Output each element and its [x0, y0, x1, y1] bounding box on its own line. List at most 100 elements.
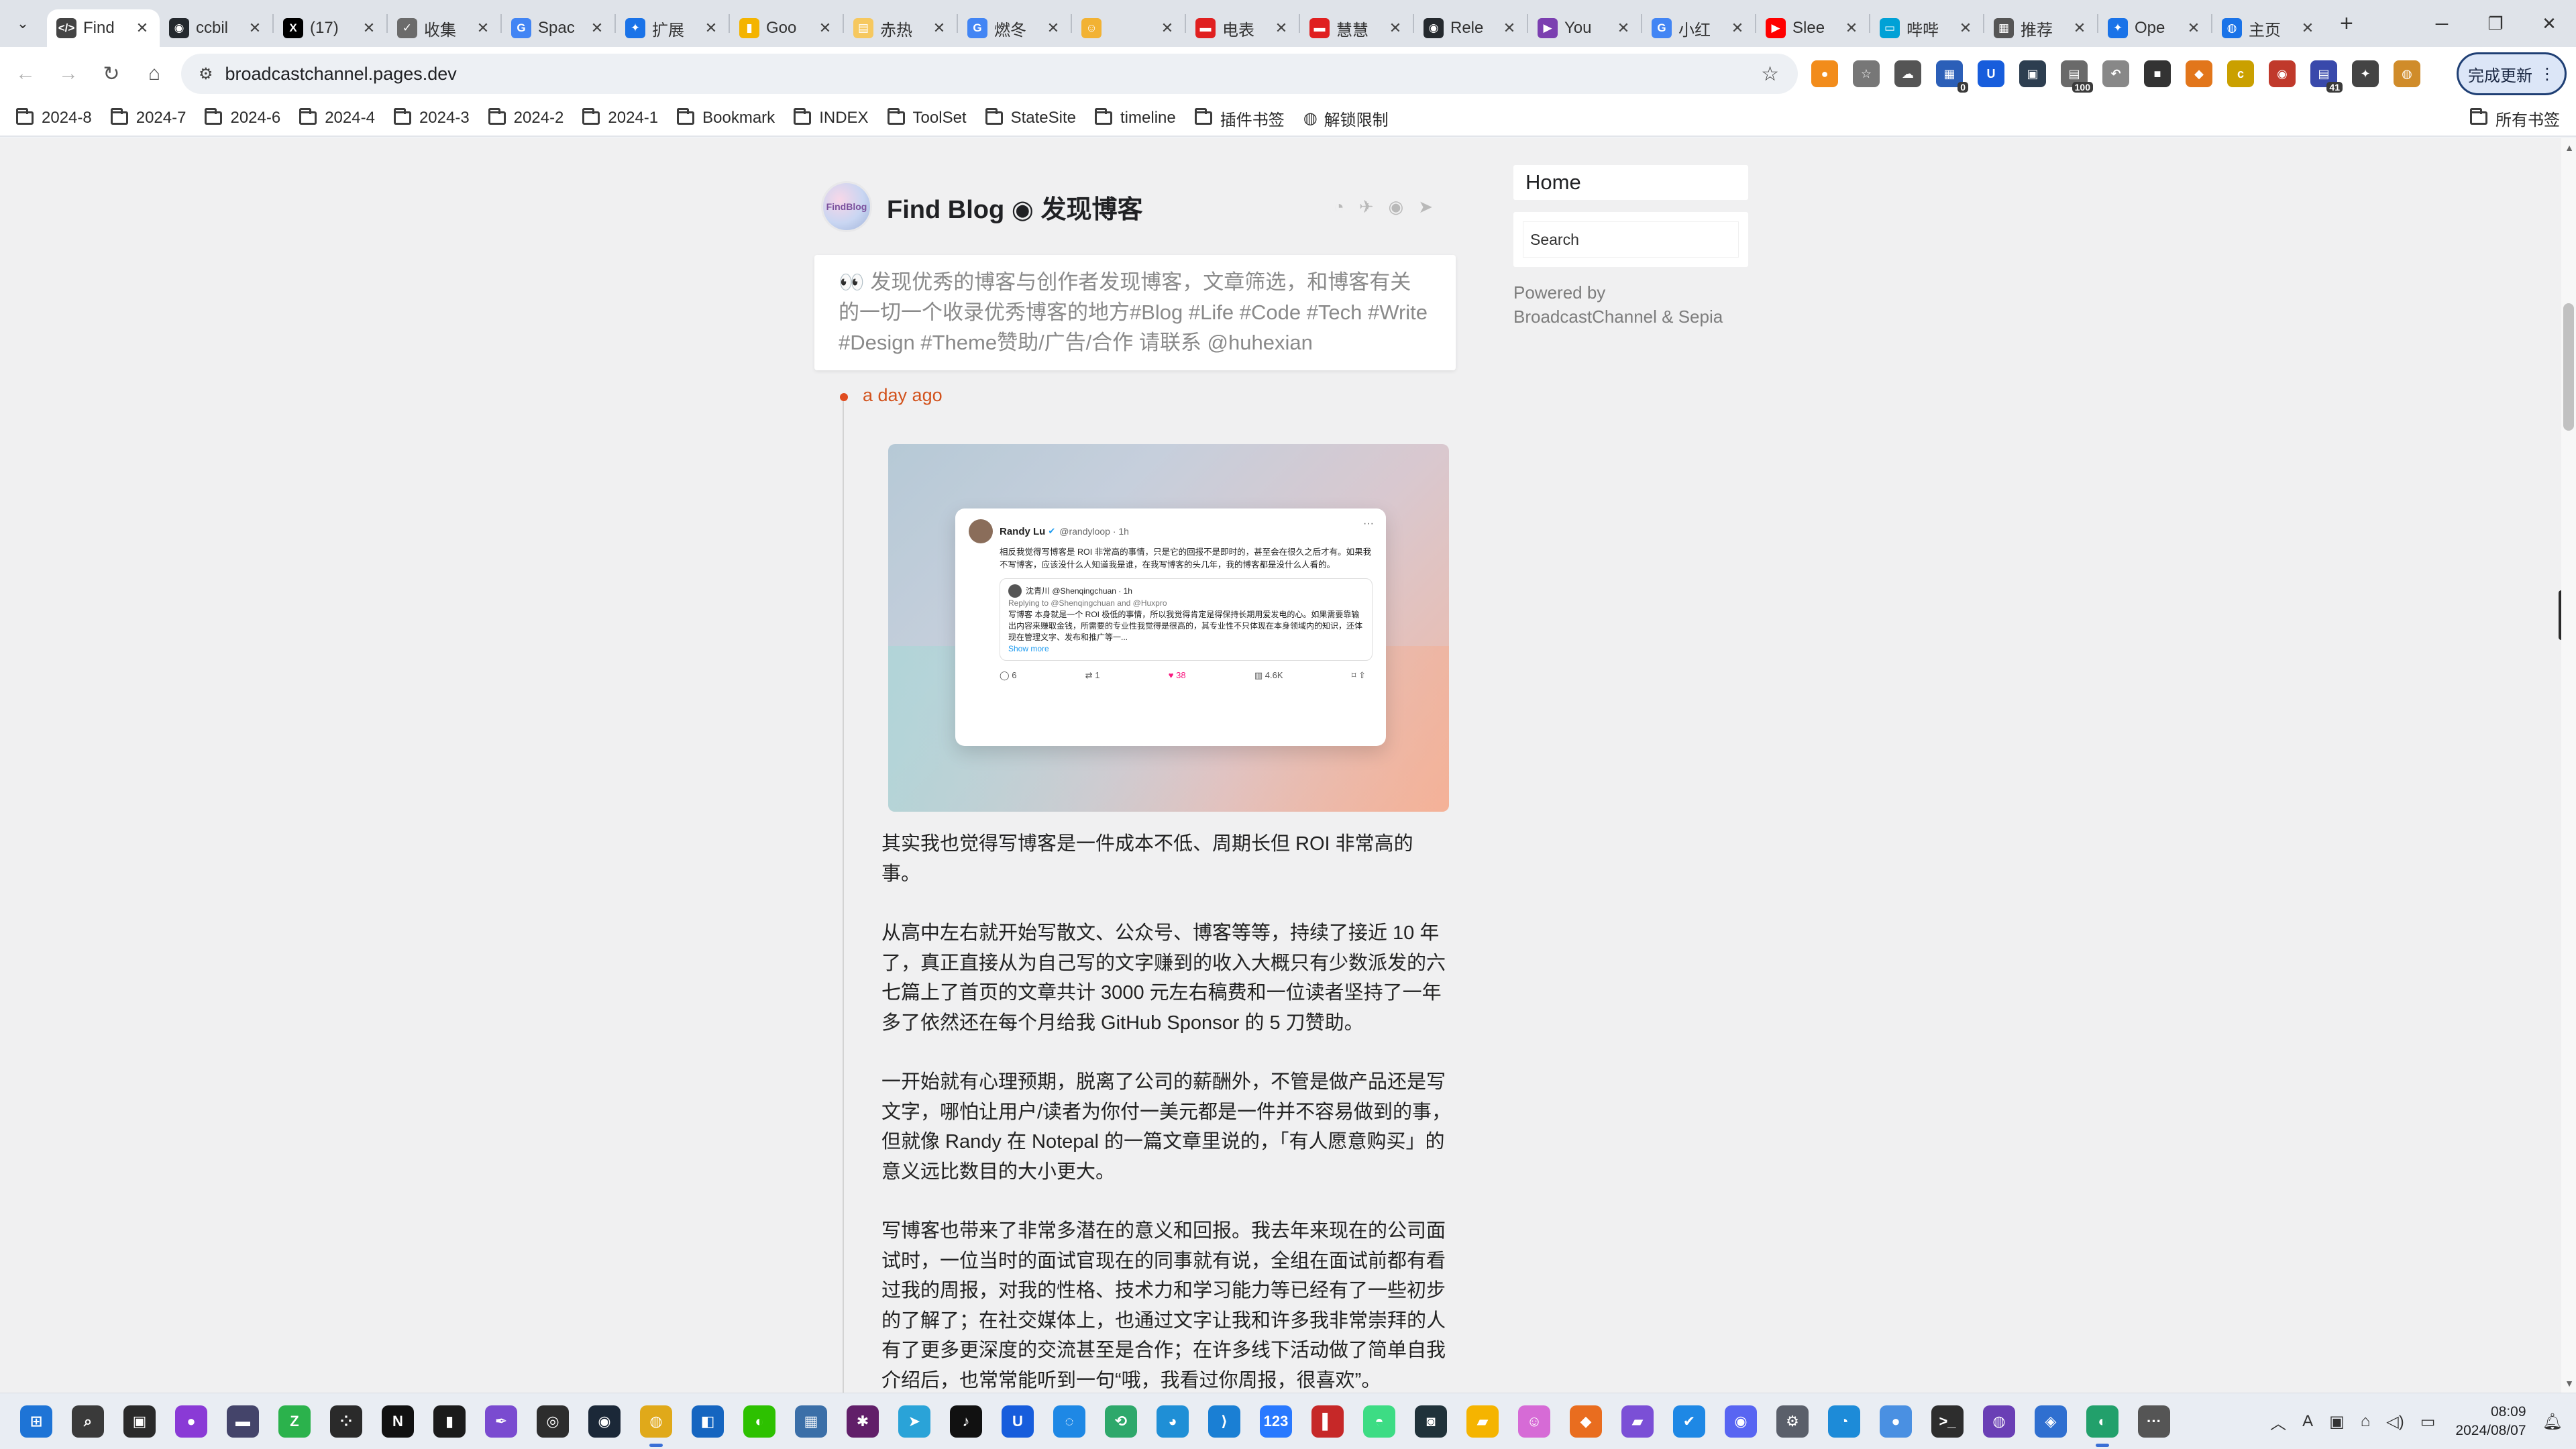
search-icon[interactable]: ⌕ [72, 1405, 104, 1438]
balloon-icon[interactable]: ● [1880, 1405, 1912, 1438]
browser-tab[interactable]: G 燃冬 ✕ [958, 9, 1071, 47]
tab-close-icon[interactable]: ✕ [589, 19, 605, 37]
face-icon[interactable]: ☺ [1518, 1405, 1550, 1438]
browser-tab[interactable]: ▶ Slee ✕ [1756, 9, 1869, 47]
cal-ext-icon[interactable]: ▦ 0 [1936, 60, 1968, 93]
bookmark-item[interactable]: 插件书签 [1194, 107, 1285, 130]
chrome-icon[interactable]: ◍ [640, 1405, 672, 1447]
orb-icon[interactable]: ● [175, 1405, 207, 1438]
tab-close-icon[interactable]: ✕ [1843, 19, 1860, 37]
browser2-icon[interactable]: ◐ [2086, 1405, 2118, 1447]
notification-bell-icon[interactable]: 🔔︎ [2542, 1412, 2563, 1432]
new-tab-button[interactable]: + [2340, 11, 2353, 37]
share-icon[interactable]: ⟲ [1105, 1405, 1137, 1438]
bitwarden-ext-icon[interactable]: U [1978, 60, 2004, 87]
fox-icon[interactable]: ◆ [1570, 1405, 1602, 1438]
obs-icon[interactable]: ◎ [537, 1405, 569, 1438]
browser-tab[interactable]: G Spac ✕ [502, 9, 614, 47]
all-bookmarks-button[interactable]: 所有书签 [2470, 107, 2560, 130]
bookmark-item[interactable]: Bookmark [677, 108, 775, 127]
fox-ext-icon[interactable]: ◆ [2186, 60, 2212, 87]
shield-icon[interactable]: ◈ [2035, 1405, 2067, 1438]
browser-tab[interactable]: ✦ 扩展 ✕ [616, 9, 729, 47]
taskview-icon[interactable]: ▣ [123, 1405, 156, 1438]
tab-close-icon[interactable]: ✕ [134, 19, 150, 37]
bookmark-item[interactable]: StateSite [985, 108, 1076, 127]
tab-close-icon[interactable]: ✕ [1501, 19, 1517, 37]
chevron-up-icon[interactable]: ︿ [2270, 1410, 2286, 1434]
post-image[interactable]: Randy Lu ✔ @randyloop · 1h ··· 相反我觉得写博客是… [888, 444, 1449, 812]
browser-tab[interactable]: ◉ Rele ✕ [1414, 9, 1527, 47]
media-icon[interactable]: ▬ [227, 1405, 259, 1438]
tab-search-button[interactable]: ⌄ [7, 7, 39, 40]
dark-ext-icon[interactable]: ■ [2144, 60, 2171, 87]
puzzle-ext-icon[interactable]: ✦ [2352, 60, 2379, 87]
github-icon[interactable]: ◉ [1389, 197, 1404, 217]
start-icon[interactable]: ⊞ [20, 1405, 52, 1438]
tab-close-icon[interactable]: ✕ [1273, 19, 1289, 37]
battery-icon[interactable]: ▭ [2420, 1412, 2436, 1432]
edge-icon[interactable]: ◕ [1157, 1405, 1189, 1438]
update-button[interactable]: 完成更新 ⋮ [2457, 52, 2567, 95]
tab-close-icon[interactable]: ✕ [817, 19, 833, 37]
android-icon[interactable]: ◓ [1363, 1405, 1395, 1438]
keyboard-icon[interactable]: ▣ [2329, 1412, 2345, 1432]
discord-icon[interactable]: ◉ [1725, 1405, 1757, 1438]
tab-close-icon[interactable]: ✕ [2072, 19, 2088, 37]
bookmark-item[interactable]: INDEX [794, 108, 869, 127]
browser-tab[interactable]: ▤ 赤热 ✕ [844, 9, 957, 47]
wechat-icon[interactable]: ◐ [743, 1405, 775, 1438]
telegram-icon[interactable]: ➤ [898, 1405, 930, 1438]
reload-button[interactable]: ↻ [90, 62, 133, 86]
tab-close-icon[interactable]: ✕ [703, 19, 719, 37]
vscode-icon[interactable]: ⟩ [1208, 1405, 1240, 1438]
forward-button[interactable]: → [47, 62, 90, 85]
minimize-button[interactable]: ─ [2415, 0, 2469, 47]
bookmark-item[interactable]: 2024-4 [299, 108, 375, 127]
scroll-thumb[interactable] [2563, 303, 2574, 431]
blue-ext-icon[interactable]: ▤ 41 [2310, 60, 2343, 93]
tab-close-icon[interactable]: ✕ [1729, 19, 1746, 37]
browser-tab[interactable]: ▦ 推荐 ✕ [1984, 9, 2097, 47]
store-icon[interactable]: ▦ [795, 1405, 827, 1438]
tab-close-icon[interactable]: ✕ [2186, 19, 2202, 37]
ghost-icon[interactable]: ◍ [1983, 1405, 2015, 1438]
bookmark-item[interactable]: ◍ 解锁限制 [1303, 107, 1389, 130]
bookmark-item[interactable]: 2024-2 [488, 108, 564, 127]
cloud-ext-icon[interactable]: ☁ [1894, 60, 1921, 87]
back-button[interactable]: ← [4, 62, 47, 85]
bookmark-item[interactable]: ToolSet [887, 108, 967, 127]
dots-icon[interactable]: ⁘ [330, 1405, 362, 1438]
check-icon[interactable]: ✔ [1673, 1405, 1705, 1438]
browser-tab[interactable]: ✦ Ope ✕ [2098, 9, 2211, 47]
browser-tab[interactable]: ✓ 收集 ✕ [388, 9, 500, 47]
note-icon[interactable]: ▮ [433, 1405, 466, 1438]
browser-tab[interactable]: ▬ 电表 ✕ [1186, 9, 1299, 47]
folder-icon[interactable]: ▰ [1466, 1405, 1499, 1438]
network-icon[interactable]: ⌂ [2361, 1412, 2371, 1431]
bookmark-item[interactable]: 2024-7 [110, 108, 186, 127]
twitter-icon[interactable]: ✈ [1359, 197, 1374, 217]
scroll-down-icon[interactable]: ▼ [2565, 1378, 2574, 1389]
site-title[interactable]: Find Blog ◉ 发现博客 [887, 189, 1142, 225]
more-icon[interactable]: ··· [2138, 1405, 2170, 1438]
blog-avatar[interactable]: FindBlog [821, 181, 872, 232]
tab-close-icon[interactable]: ✕ [931, 19, 947, 37]
browser-tab[interactable]: </> Find ✕ [47, 9, 160, 47]
tab-close-icon[interactable]: ✕ [361, 19, 377, 37]
post-time[interactable]: a day ago [863, 385, 943, 406]
browser-tab[interactable]: ◍ 主页 ✕ [2212, 9, 2325, 47]
steam-icon[interactable]: ◉ [588, 1405, 621, 1438]
notion-icon[interactable]: N [382, 1405, 414, 1438]
bookmark-item[interactable]: 2024-6 [205, 108, 280, 127]
browser-tab[interactable]: ▮ Goo ✕ [730, 9, 843, 47]
tiktok-icon[interactable]: ♪ [950, 1405, 982, 1438]
url-text[interactable]: broadcastchannel.pages.dev [225, 64, 457, 85]
bookmark-item[interactable]: 2024-8 [16, 108, 92, 127]
telegram-icon[interactable]: ➤ [1418, 197, 1433, 217]
star-ext-icon[interactable]: ☆ [1853, 60, 1880, 87]
c-ext-icon[interactable]: c [2227, 60, 2254, 87]
orange-ext-icon[interactable]: ● [1811, 60, 1838, 87]
zhihu-icon[interactable]: Z [278, 1405, 311, 1438]
clock[interactable]: 08:09 2024/08/07 [2455, 1403, 2526, 1440]
